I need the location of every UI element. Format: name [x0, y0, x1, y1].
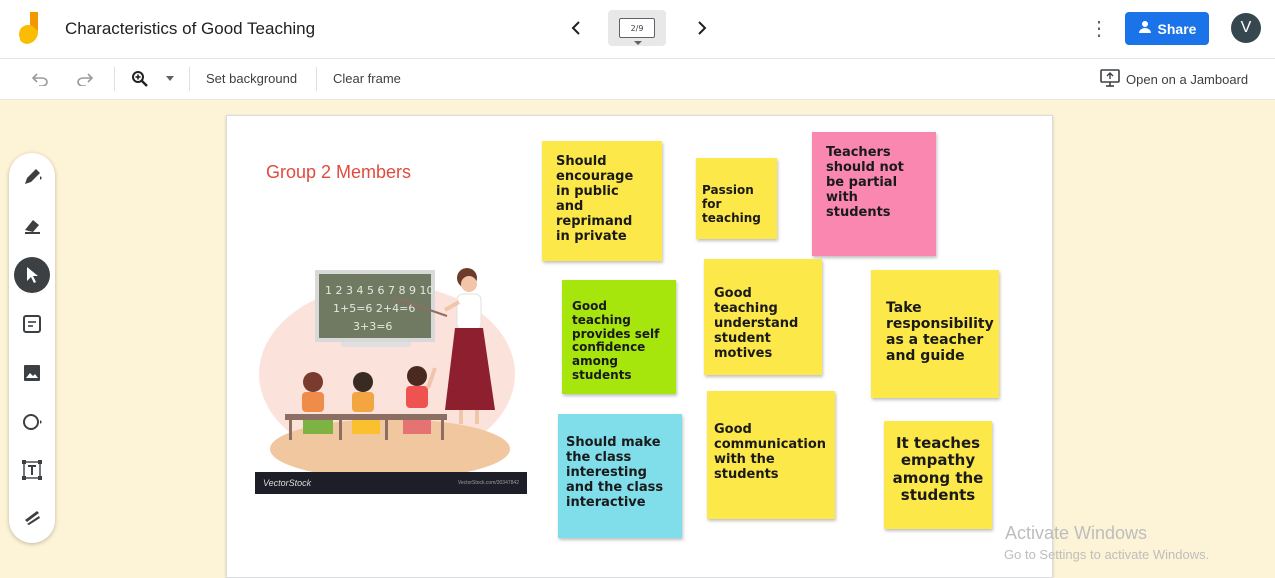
group-title[interactable]: Group 2 Members [266, 162, 411, 183]
share-label: Share [1157, 20, 1197, 37]
sticky-note[interactable]: Should make the class interesting and th… [558, 414, 682, 538]
board-title[interactable]: Characteristics of Good Teaching [65, 19, 315, 39]
sticky-note[interactable]: Passion for teaching [696, 158, 777, 239]
clear-frame-button[interactable]: Clear frame [333, 71, 401, 86]
sticky-note[interactable]: Good communication with the students [707, 391, 835, 519]
sticky-note[interactable]: Teachers should not be partial with stud… [812, 132, 936, 256]
sticky-note[interactable]: Take responsibility as a teacher and gui… [871, 270, 999, 398]
redo-icon[interactable] [74, 68, 96, 90]
sticky-note-icon[interactable] [18, 310, 46, 338]
svg-text:3+3=6: 3+3=6 [353, 320, 392, 333]
vectorstock-id: VectorStock.com/30347842 [457, 480, 519, 486]
activate-windows-watermark: Activate Windows [1005, 523, 1148, 543]
laser-icon[interactable] [18, 503, 46, 531]
share-button[interactable]: Share [1125, 12, 1209, 45]
divider [114, 67, 115, 91]
next-frame-button[interactable] [690, 16, 714, 40]
share-person-icon [1138, 20, 1152, 37]
open-on-jamboard-button[interactable]: Open on a Jamboard [1100, 68, 1249, 90]
text-box-icon[interactable] [18, 456, 46, 484]
open-on-jamboard-label: Open on a Jamboard [1126, 71, 1249, 87]
frame-counter: 2/9 [619, 18, 655, 38]
sticky-note[interactable]: Good teaching provides self confidence a… [562, 280, 676, 394]
sticky-note[interactable]: Good teaching understand student motives [704, 259, 822, 375]
divider [189, 67, 190, 91]
jam-frame[interactable]: Group 2 Members 1 2 3 4 5 6 7 8 9 10 1+5… [226, 115, 1053, 578]
svg-text:1+5=6 2+4=6: 1+5=6 2+4=6 [333, 302, 415, 315]
select-icon[interactable] [14, 257, 50, 293]
more-options-icon[interactable]: ⋮ [1089, 15, 1109, 43]
activate-windows-hint: Go to Settings to activate Windows. [1004, 547, 1210, 562]
sticky-note[interactable]: Should encourage in public and reprimand… [542, 141, 662, 261]
avatar[interactable]: V [1231, 13, 1261, 43]
svg-text:1 2 3 4 5 6 7 8 9 10: 1 2 3 4 5 6 7 8 9 10 [325, 284, 433, 297]
zoom-dropdown-icon[interactable] [159, 68, 181, 90]
undo-icon[interactable] [29, 68, 51, 90]
image-icon[interactable] [18, 359, 46, 387]
pen-icon[interactable] [18, 163, 46, 191]
sticky-note[interactable]: It teaches empathy among the students [884, 421, 992, 529]
jamboard-logo[interactable] [18, 12, 46, 46]
frame-indicator[interactable]: 2/9 [608, 10, 666, 46]
jamboard-device-icon [1100, 68, 1120, 90]
classroom-illustration[interactable]: 1 2 3 4 5 6 7 8 9 10 1+5=6 2+4=6 3+3=6 [255, 264, 527, 494]
circle-icon[interactable] [18, 408, 46, 436]
image-credit-banner: VectorStock VectorStock.com/30347842 [255, 472, 527, 494]
divider [316, 67, 317, 91]
chevron-down-icon [634, 41, 642, 45]
previous-frame-button[interactable] [564, 16, 588, 40]
vectorstock-logo: VectorStock [263, 478, 312, 488]
eraser-icon[interactable] [18, 212, 46, 240]
toolbar: Set background Clear frame Open on a Jam… [0, 59, 1275, 100]
top-bar: Characteristics of Good Teaching 2/9 ⋮ S… [0, 0, 1275, 59]
zoom-icon[interactable] [129, 68, 151, 90]
set-background-button[interactable]: Set background [206, 71, 297, 86]
tool-panel [9, 153, 55, 543]
